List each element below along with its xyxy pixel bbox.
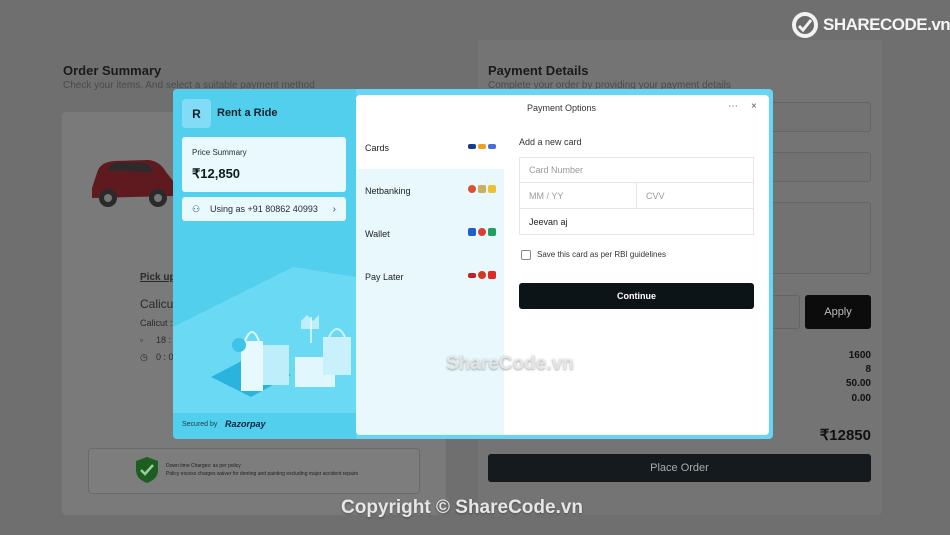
method-cards[interactable]: Cards (356, 127, 504, 169)
user-icon: ⚇ (192, 203, 201, 214)
amount-row-4: 0.00 (851, 393, 871, 404)
clock-icon: ◷ (140, 352, 148, 362)
sharecode-logo-icon (792, 12, 818, 38)
close-icon[interactable]: × (751, 101, 757, 112)
amount-row-3: 50.00 (845, 378, 871, 389)
sharecode-logo: SHARECODE.vn (790, 10, 950, 40)
continue-button[interactable]: Continue (519, 283, 754, 309)
amount-row-2: 8 (865, 364, 871, 375)
price-amount: ₹12,850 (192, 166, 241, 181)
order-summary-title: Order Summary (63, 63, 162, 78)
method-label: Pay Later (365, 272, 404, 282)
secured-by-label: Secured by (182, 421, 218, 428)
razorpay-logo: Razorpay (225, 419, 266, 429)
policy-line-1: Down time Charges: as per policy (166, 463, 241, 469)
payment-details-title: Payment Details (488, 63, 589, 78)
car-image (92, 160, 174, 207)
price-summary-label: Price Summary (192, 148, 247, 157)
bank-logos-icon (468, 185, 496, 193)
contact-text: Using as +91 80862 40993 (210, 204, 318, 214)
shield-check-icon (136, 457, 158, 483)
shopping-illustration (173, 267, 356, 413)
amount-row-1: 1600 (848, 350, 871, 361)
sharecode-logo-text: SHARECODE.vn (823, 15, 950, 34)
expiry-input[interactable]: MM / YY (519, 183, 637, 209)
price-summary-card: Price Summary ₹12,850 (182, 137, 346, 192)
order-total: ₹12850 (819, 427, 871, 444)
merchant-name: Rent a Ride (217, 107, 278, 119)
apply-button[interactable]: Apply (805, 295, 871, 329)
center-watermark: ShareCode.vn (446, 353, 574, 374)
cvv-input[interactable]: CVV (636, 183, 754, 209)
card-networks-icon (468, 142, 496, 149)
method-label: Netbanking (365, 186, 411, 196)
cardholder-name-input[interactable]: Jeevan aj (519, 209, 754, 235)
calendar-icon: ▫ (140, 335, 144, 345)
method-label: Cards (365, 143, 390, 153)
method-pay-later[interactable]: Pay Later (356, 256, 504, 298)
method-wallet[interactable]: Wallet (356, 213, 504, 255)
merchant-pane: R Rent a Ride Price Summary ₹12,850 ⚇ Us… (173, 89, 356, 439)
payment-modal: R Rent a Ride Price Summary ₹12,850 ⚇ Us… (173, 89, 773, 439)
contact-row[interactable]: ⚇ Using as +91 80862 40993 › (182, 197, 346, 221)
pickup-time-2: 0 : 0 (156, 352, 174, 362)
pickup-city: Calicut (140, 297, 177, 311)
add-card-heading: Add a new card (519, 137, 582, 147)
save-card-label: Save this card as per RBI guidelines (537, 250, 666, 259)
card-number-input[interactable]: Card Number (519, 157, 754, 183)
more-options-icon[interactable]: ⋯ (728, 101, 738, 112)
pickup-label: Pick up (140, 272, 176, 283)
merchant-logo: R (182, 99, 211, 128)
payment-methods-list: Cards Netbanking Wallet Pay Later (356, 127, 504, 435)
copyright-watermark: Copyright © ShareCode.vn (341, 497, 584, 518)
wallet-logos-icon (468, 228, 496, 236)
payment-options-title: Payment Options (527, 103, 597, 113)
paylater-logos-icon (468, 271, 496, 279)
method-netbanking[interactable]: Netbanking (356, 170, 504, 212)
save-card-checkbox[interactable] (521, 250, 531, 260)
payment-options-pane: Payment Options ⋯ × Cards Netbanking Wal… (356, 95, 769, 435)
place-order-button[interactable]: Place Order (488, 454, 871, 482)
method-label: Wallet (365, 229, 390, 239)
pickup-city-sub: Calicut : (140, 318, 173, 328)
policy-line-2: Policy excess charges waiver for denting… (166, 471, 359, 477)
chevron-right-icon: › (332, 203, 336, 215)
